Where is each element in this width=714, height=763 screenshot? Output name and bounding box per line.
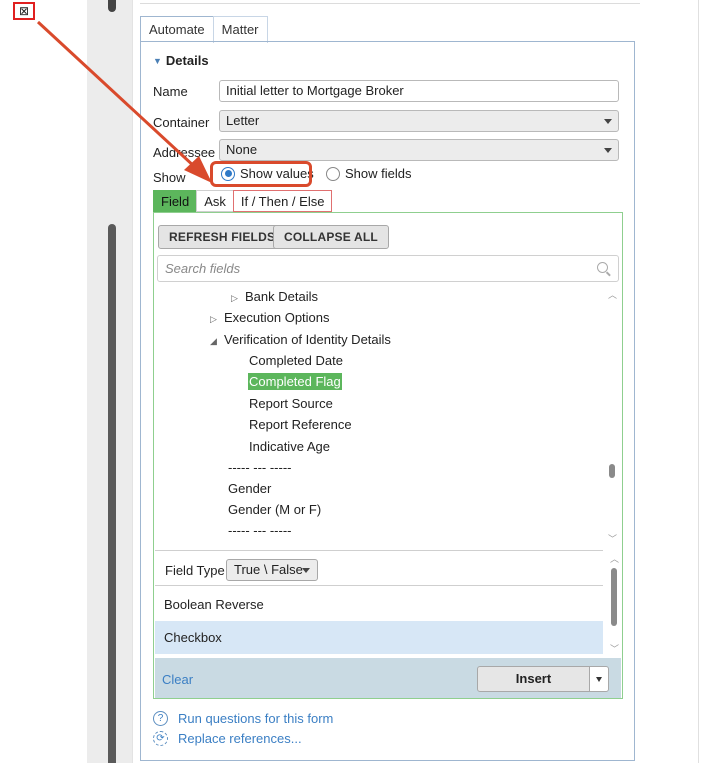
arrow-line — [36, 20, 198, 170]
annotation-arrow — [36, 20, 212, 183]
